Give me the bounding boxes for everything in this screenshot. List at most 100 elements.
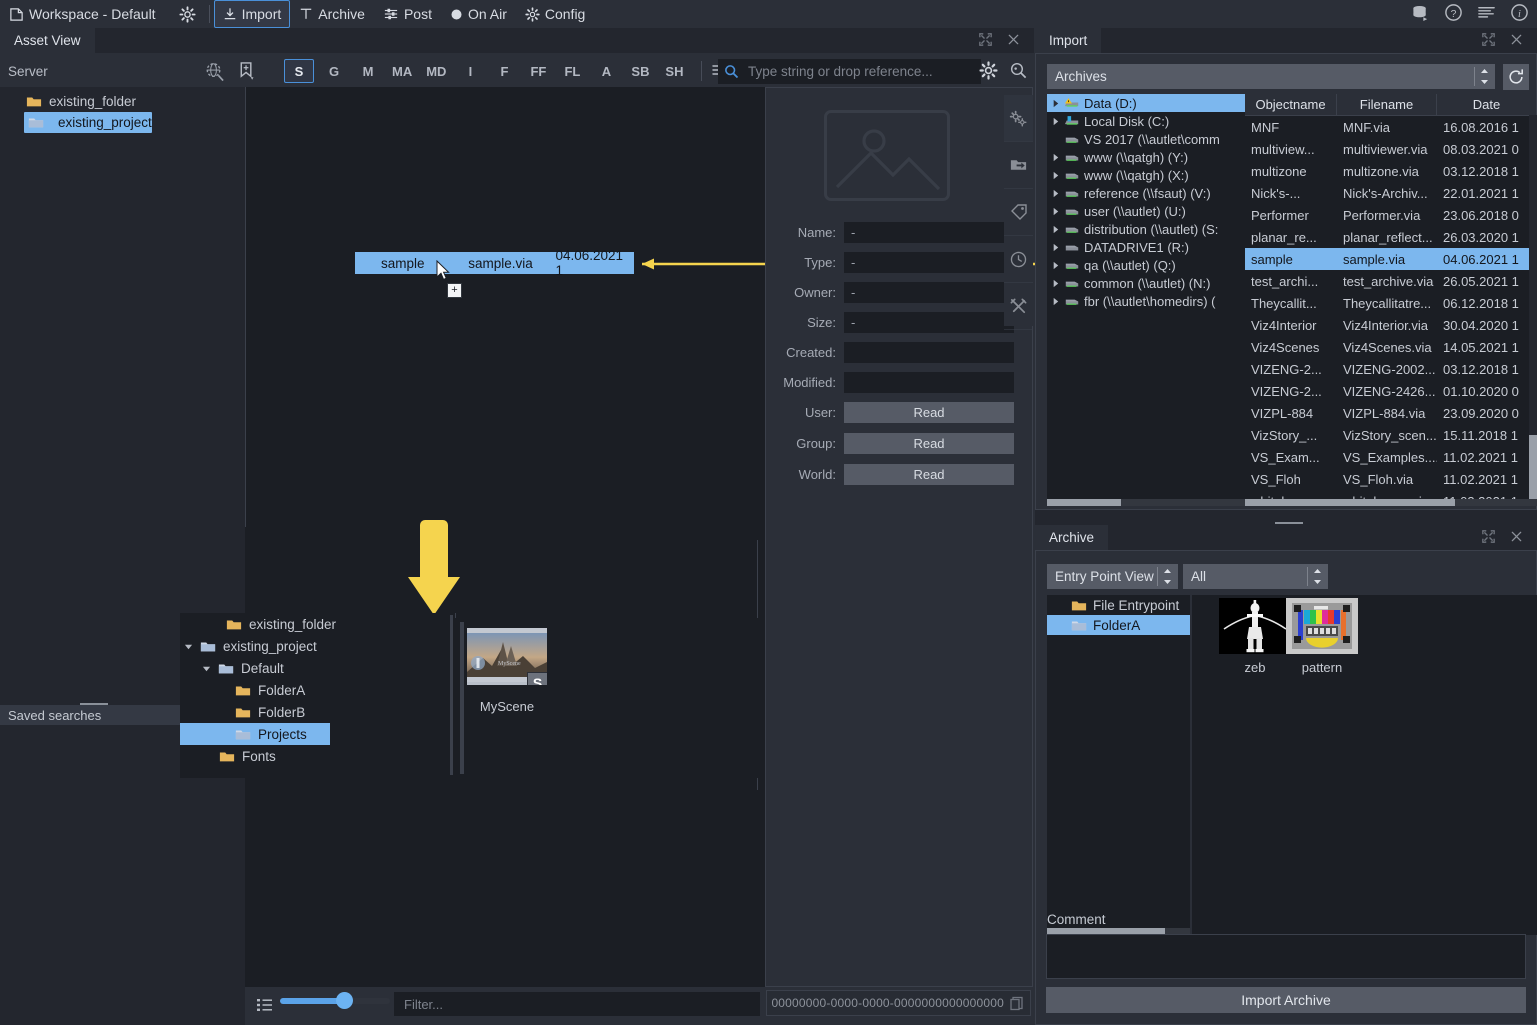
table-row[interactable]: multiview... multiviewer.via 08.03.2021 …	[1245, 138, 1537, 160]
spinner-icon[interactable]	[1313, 568, 1322, 585]
comment-input[interactable]	[1046, 934, 1526, 979]
table-row[interactable]: VIZENG-2... VIZENG-2426... 01.10.2020 0	[1245, 380, 1537, 402]
table-row[interactable]: Performer Performer.via 23.06.2018 0	[1245, 204, 1537, 226]
table-row[interactable]: VIZENG-2... VIZENG-2002... 03.12.2018 1	[1245, 358, 1537, 380]
chevron-right-icon[interactable]	[1051, 189, 1060, 198]
popup-item-existing-project[interactable]: existing_project	[180, 635, 455, 657]
table-row[interactable]: VizStory_... VizStory_scen... 15.11.2018…	[1245, 424, 1537, 446]
close-icon[interactable]	[1007, 33, 1020, 46]
table-row[interactable]: multizone multizone.via 03.12.2018 1	[1245, 160, 1537, 182]
popup-item-fonts[interactable]: Fonts	[180, 745, 455, 767]
popup-item-foldera[interactable]: FolderA	[180, 679, 455, 701]
chevron-right-icon[interactable]	[1051, 99, 1060, 108]
asset-canvas[interactable]	[245, 87, 765, 987]
drive-row-user-u[interactable]: user (\\autlet) (U:)	[1047, 202, 1247, 220]
drives-hscroll-thumb[interactable]	[1047, 499, 1121, 506]
drive-row-reference-v[interactable]: reference (\\fsaut) (V:)	[1047, 184, 1247, 202]
popup-scrollbar[interactable]	[450, 615, 453, 775]
type-filter-s[interactable]: S	[284, 59, 314, 83]
table-row[interactable]: test_archi... test_archive.via 26.05.202…	[1245, 270, 1537, 292]
type-filter-a[interactable]: A	[592, 60, 620, 82]
drive-row-datadrive1-r[interactable]: DATADRIVE1 (R:)	[1047, 238, 1247, 256]
chevron-right-icon[interactable]	[1051, 171, 1060, 180]
filter-input[interactable]	[402, 996, 736, 1013]
side-tool-tags[interactable]	[1004, 189, 1033, 236]
drive-row-vs-2017[interactable]: VS 2017 (\\autlet\comm	[1047, 130, 1247, 148]
menu-item-on-air[interactable]: On Air	[441, 1, 516, 27]
type-filter-i[interactable]: I	[456, 60, 484, 82]
chevron-right-icon[interactable]	[1051, 153, 1060, 162]
drive-row-www-x[interactable]: www (\\qatgh) (X:)	[1047, 166, 1247, 184]
search-input[interactable]	[746, 63, 940, 80]
drive-row-common-n[interactable]: common (\\autlet) (N:)	[1047, 274, 1247, 292]
archive-thumbnail-area[interactable]: zeb	[1192, 595, 1537, 935]
thumbnail-tile-pattern[interactable]: pattern	[1286, 598, 1358, 675]
type-filter-ff[interactable]: FF	[524, 60, 552, 82]
globe-search-icon[interactable]	[204, 61, 225, 82]
chevron-right-icon[interactable]	[1051, 117, 1060, 126]
chevron-right-icon[interactable]	[1051, 243, 1060, 252]
help-icon[interactable]: ?	[1444, 3, 1463, 22]
drive-row-fbr[interactable]: fbr (\\autlet\homedirs) (	[1047, 292, 1247, 310]
type-filter-fl[interactable]: FL	[558, 60, 586, 82]
permission-world-button[interactable]: Read	[844, 464, 1014, 485]
advanced-search-button[interactable]	[1009, 61, 1028, 83]
type-filter-g[interactable]: G	[320, 60, 348, 82]
drives-hscrollbar[interactable]	[1047, 499, 1247, 506]
refresh-button[interactable]	[1503, 64, 1529, 90]
drive-row-www-y[interactable]: www (\\qatgh) (Y:)	[1047, 148, 1247, 166]
maximize-icon[interactable]	[1481, 529, 1496, 544]
table-row[interactable]: Viz4Scenes Viz4Scenes.via 14.05.2021 1	[1245, 336, 1537, 358]
popup-item-default[interactable]: Default	[180, 657, 455, 679]
table-row[interactable]: Theycallit... Theycallitatre... 06.12.20…	[1245, 292, 1537, 314]
type-filter-m[interactable]: M	[354, 60, 382, 82]
type-filter-ma[interactable]: MA	[388, 60, 416, 82]
table-row[interactable]: VIZPL-884 VIZPL-884.via 23.09.2020 0	[1245, 402, 1537, 424]
chevron-right-icon[interactable]	[1051, 297, 1060, 306]
menu-item-post[interactable]: Post	[374, 1, 441, 27]
entry-point-row-file-entrypoint[interactable]: File Entrypoint	[1047, 595, 1190, 615]
entry-point-tree[interactable]: File Entrypoint FolderA	[1047, 595, 1190, 935]
type-filter-f[interactable]: F	[490, 60, 518, 82]
popup-item-existing-folder[interactable]: existing_folder	[180, 613, 455, 635]
side-tool-open-folder[interactable]	[1004, 142, 1033, 189]
scene-tile-myscene[interactable]: MyScene S MyScene	[467, 628, 547, 720]
entry-point-row-foldera[interactable]: FolderA	[1047, 615, 1190, 635]
permission-group-button[interactable]: Read	[844, 433, 1014, 454]
close-icon[interactable]	[1510, 530, 1523, 543]
source-type-combo[interactable]: Archives	[1047, 64, 1495, 89]
tab-archive[interactable]: Archive	[1035, 525, 1108, 550]
drive-row-distribution-s[interactable]: distribution (\\autlet) (S:	[1047, 220, 1247, 238]
maximize-icon[interactable]	[978, 32, 993, 47]
spinner-icon[interactable]	[1163, 568, 1172, 585]
database-icon[interactable]	[1411, 3, 1430, 22]
tree-item-existing-project[interactable]: existing_project	[24, 112, 152, 133]
chevron-right-icon[interactable]	[1051, 279, 1060, 288]
settings-gear-button[interactable]	[165, 1, 205, 27]
chevron-right-icon[interactable]	[1051, 261, 1060, 270]
table-row[interactable]: VS_Exam... VS_Examples.... 11.02.2021 1	[1245, 446, 1537, 468]
side-tool-history[interactable]	[1004, 236, 1033, 283]
import-archive-button[interactable]: Import Archive	[1046, 987, 1526, 1013]
type-filter-md[interactable]: MD	[422, 60, 450, 82]
log-icon[interactable]	[1477, 3, 1496, 22]
permission-user-button[interactable]: Read	[844, 402, 1014, 423]
tab-asset-view[interactable]: Asset View	[0, 28, 95, 53]
archives-hscrollbar[interactable]	[1245, 499, 1537, 506]
drive-row-data-d[interactable]: Data (D:)	[1047, 94, 1247, 112]
popup-item-folderb[interactable]: FolderB	[180, 701, 455, 723]
asset-search-box[interactable]	[718, 59, 981, 84]
tree-item-existing-folder[interactable]: existing_folder	[0, 91, 245, 112]
saved-searches-header[interactable]: Saved searches	[0, 705, 188, 725]
chevron-right-icon[interactable]	[1051, 225, 1060, 234]
table-row[interactable]: Viz4Interior Viz4Interior.via 30.04.2020…	[1245, 314, 1537, 336]
drive-row-qa-q[interactable]: qa (\\autlet) (Q:)	[1047, 256, 1247, 274]
drives-tree[interactable]: Data (D:) Local Disk (C:) VS 2017 (\\aut…	[1047, 94, 1247, 506]
column-header-objectname[interactable]: Objectname	[1245, 94, 1337, 115]
table-row[interactable]: planar_re... planar_reflect... 26.03.202…	[1245, 226, 1537, 248]
thumbnail-size-slider[interactable]	[280, 998, 390, 1004]
table-row[interactable]: Nick's-... Nick's-Archiv... 22.01.2021 1	[1245, 182, 1537, 204]
list-view-icon[interactable]	[257, 998, 273, 1012]
menu-item-import[interactable]: Import	[214, 0, 291, 28]
archives-table[interactable]: Objectname Filename Date MNF MNF.via 16.…	[1245, 94, 1537, 506]
